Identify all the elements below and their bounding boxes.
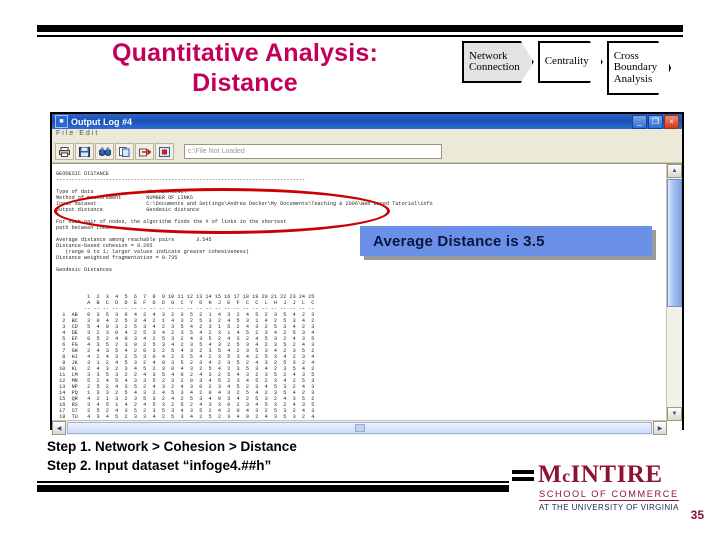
step-2-text: Step 2. Input dataset “infoge4.##h” (47, 458, 272, 473)
logo-school: SCHOOL OF COMMERCE (539, 489, 679, 501)
slide-root: Quantitative Analysis: Distance Network … (0, 0, 720, 540)
stop-icon[interactable] (155, 143, 174, 160)
logo-dashes-icon (512, 470, 534, 484)
logo-wordmark-rest: INTIRE (570, 461, 663, 488)
geodesic-distance-matrix: 1 2 3 4 5 6 7 8 9 10 11 12 13 14 15 16 1… (59, 294, 315, 432)
window-controls: _ ❐ × (632, 114, 680, 129)
chevron-network-connection-line1: Network (469, 49, 508, 62)
save-icon[interactable] (75, 143, 94, 160)
scroll-up-arrow[interactable]: ▲ (667, 164, 682, 178)
window-titlebar[interactable]: ■ Output Log #4 _ ❐ × (52, 114, 682, 129)
chevron-cross-boundary-line1: Cross (613, 49, 639, 62)
window-toolbar: c:\File Not Loaded (52, 141, 682, 163)
logo-wordmark-m: M (538, 461, 563, 488)
window-menubar[interactable]: File Edit (52, 129, 682, 141)
scroll-thumb-grip (354, 424, 365, 432)
file-path-field[interactable]: c:\File Not Loaded (184, 144, 442, 159)
print-icon[interactable] (55, 143, 74, 160)
application-icon: ■ (55, 115, 68, 128)
bottom-divider-thin (37, 481, 509, 483)
vertical-scrollbar[interactable]: ▲ ▼ (666, 164, 682, 421)
page-number: 35 (690, 508, 704, 522)
average-distance-callout-text: Average Distance is 3.5 (373, 232, 545, 250)
scroll-left-arrow[interactable]: ◀ (52, 421, 66, 435)
step-1-text: Step 1. Network > Cohesion > Distance (47, 439, 297, 454)
average-distance-callout: Average Distance is 3.5 (360, 226, 652, 256)
scroll-down-arrow[interactable]: ▼ (667, 407, 682, 421)
restore-button[interactable]: ❐ (648, 114, 663, 129)
vertical-scroll-thumb[interactable] (667, 179, 682, 307)
chevron-cross-boundary-analysis[interactable]: Cross Boundary Analysis (607, 41, 671, 95)
chevron-cross-boundary-line3: Analysis (613, 72, 653, 85)
copy-icon[interactable] (115, 143, 134, 160)
mcintire-logo: McINTIRE SCHOOL OF COMMERCE AT THE UNIVE… (512, 462, 688, 516)
log-output-area[interactable]: GEODESIC DISTANCE ----------------------… (52, 163, 682, 435)
logo-university: AT THE UNIVERSITY OF VIRGINIA (539, 503, 679, 512)
bottom-divider-thick (37, 485, 509, 492)
logo-wordmark-c: c (562, 466, 571, 486)
page-title-line1: Quantitative Analysis: (111, 39, 379, 67)
chevron-centrality[interactable]: Centrality (538, 41, 603, 83)
scroll-right-arrow[interactable]: ▶ (653, 421, 667, 435)
process-chevrons: Network Connection Centrality Cross Boun… (462, 41, 671, 97)
chevron-network-connection-line2: Connection (469, 61, 520, 73)
close-button[interactable]: × (664, 114, 679, 129)
binoculars-icon[interactable] (95, 143, 114, 160)
top-divider-thin (37, 35, 683, 37)
export-icon[interactable] (135, 143, 154, 160)
horizontal-scrollbar[interactable]: ◀ ▶ (52, 420, 667, 435)
window-title: Output Log #4 (71, 116, 132, 127)
chevron-centrality-label: Centrality (544, 55, 589, 68)
chevron-cross-boundary-line2: Boundary (613, 61, 658, 74)
minimize-button[interactable]: _ (632, 114, 647, 129)
steps-instructions: Step 1. Network > Cohesion > Distance St… (47, 437, 297, 475)
logo-wordmark: McINTIRE (538, 462, 663, 489)
output-log-window: ■ Output Log #4 _ ❐ × File Edit c:\File … (50, 112, 684, 435)
horizontal-scroll-thumb[interactable] (67, 422, 652, 434)
page-title: Quantitative Analysis: Distance (55, 38, 435, 98)
chevron-network-connection[interactable]: Network Connection (462, 41, 534, 83)
page-title-line2: Distance (192, 69, 298, 97)
top-divider-thick (37, 25, 683, 32)
